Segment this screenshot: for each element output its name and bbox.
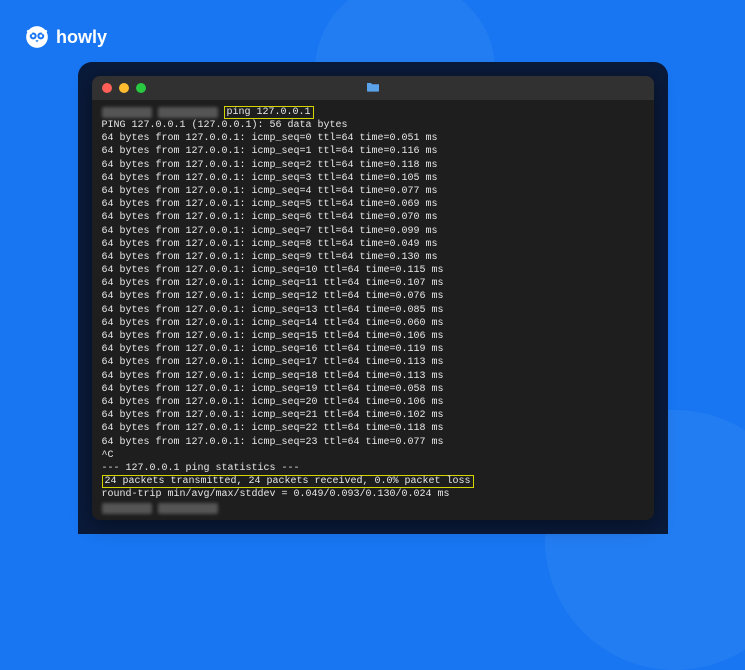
ping-reply-line: 64 bytes from 127.0.0.1: icmp_seq=18 ttl… xyxy=(102,370,644,383)
ping-reply-line: 64 bytes from 127.0.0.1: icmp_seq=8 ttl=… xyxy=(102,238,644,251)
ping-reply-line: 64 bytes from 127.0.0.1: icmp_seq=14 ttl… xyxy=(102,317,644,330)
ping-header: PING 127.0.0.1 (127.0.0.1): 56 data byte… xyxy=(102,119,644,132)
ping-reply-line: 64 bytes from 127.0.0.1: icmp_seq=9 ttl=… xyxy=(102,251,644,264)
terminal-window: ping 127.0.0.1 PING 127.0.0.1 (127.0.0.1… xyxy=(92,76,654,520)
brand-logo: howly xyxy=(24,24,107,50)
monitor-frame: ping 127.0.0.1 PING 127.0.0.1 (127.0.0.1… xyxy=(78,62,668,534)
prompt-line xyxy=(102,503,644,514)
ping-reply-line: 64 bytes from 127.0.0.1: icmp_seq=4 ttl=… xyxy=(102,185,644,198)
ping-reply-line: 64 bytes from 127.0.0.1: icmp_seq=23 ttl… xyxy=(102,436,644,449)
ping-reply-line: 64 bytes from 127.0.0.1: icmp_seq=16 ttl… xyxy=(102,343,644,356)
blurred-host xyxy=(158,503,218,514)
ping-reply-line: 64 bytes from 127.0.0.1: icmp_seq=20 ttl… xyxy=(102,396,644,409)
stats-summary-line: 24 packets transmitted, 24 packets recei… xyxy=(102,475,644,488)
ping-reply-line: 64 bytes from 127.0.0.1: icmp_seq=2 ttl=… xyxy=(102,159,644,172)
ping-reply-line: 64 bytes from 127.0.0.1: icmp_seq=3 ttl=… xyxy=(102,172,644,185)
ping-reply-line: 64 bytes from 127.0.0.1: icmp_seq=21 ttl… xyxy=(102,409,644,422)
ping-reply-line: 64 bytes from 127.0.0.1: icmp_seq=0 ttl=… xyxy=(102,132,644,145)
stats-header: --- 127.0.0.1 ping statistics --- xyxy=(102,462,644,475)
folder-icon xyxy=(366,81,380,95)
owl-icon xyxy=(24,24,50,50)
terminal-output[interactable]: ping 127.0.0.1 PING 127.0.0.1 (127.0.0.1… xyxy=(92,100,654,520)
stats-summary-highlight: 24 packets transmitted, 24 packets recei… xyxy=(102,475,474,488)
ping-reply-line: 64 bytes from 127.0.0.1: icmp_seq=5 ttl=… xyxy=(102,198,644,211)
blurred-user xyxy=(102,107,152,118)
close-icon[interactable] xyxy=(102,83,112,93)
maximize-icon[interactable] xyxy=(136,83,146,93)
ping-reply-line: 64 bytes from 127.0.0.1: icmp_seq=11 ttl… xyxy=(102,277,644,290)
prompt-line: ping 127.0.0.1 xyxy=(102,106,644,119)
ping-reply-line: 64 bytes from 127.0.0.1: icmp_seq=19 ttl… xyxy=(102,383,644,396)
ping-reply-line: 64 bytes from 127.0.0.1: icmp_seq=1 ttl=… xyxy=(102,145,644,158)
ping-reply-line: 64 bytes from 127.0.0.1: icmp_seq=7 ttl=… xyxy=(102,225,644,238)
ping-reply-line: 64 bytes from 127.0.0.1: icmp_seq=13 ttl… xyxy=(102,304,644,317)
ping-reply-line: 64 bytes from 127.0.0.1: icmp_seq=12 ttl… xyxy=(102,290,644,303)
interrupt-signal: ^C xyxy=(102,449,644,462)
stats-roundtrip: round-trip min/avg/max/stddev = 0.049/0.… xyxy=(102,488,644,501)
brand-name: howly xyxy=(56,27,107,48)
blurred-host xyxy=(158,107,218,118)
window-titlebar xyxy=(92,76,654,100)
ping-reply-line: 64 bytes from 127.0.0.1: icmp_seq=17 ttl… xyxy=(102,356,644,369)
ping-reply-line: 64 bytes from 127.0.0.1: icmp_seq=10 ttl… xyxy=(102,264,644,277)
command-highlight: ping 127.0.0.1 xyxy=(224,106,314,119)
ping-reply-line: 64 bytes from 127.0.0.1: icmp_seq=6 ttl=… xyxy=(102,211,644,224)
blurred-user xyxy=(102,503,152,514)
ping-reply-line: 64 bytes from 127.0.0.1: icmp_seq=22 ttl… xyxy=(102,422,644,435)
ping-reply-line: 64 bytes from 127.0.0.1: icmp_seq=15 ttl… xyxy=(102,330,644,343)
minimize-icon[interactable] xyxy=(119,83,129,93)
